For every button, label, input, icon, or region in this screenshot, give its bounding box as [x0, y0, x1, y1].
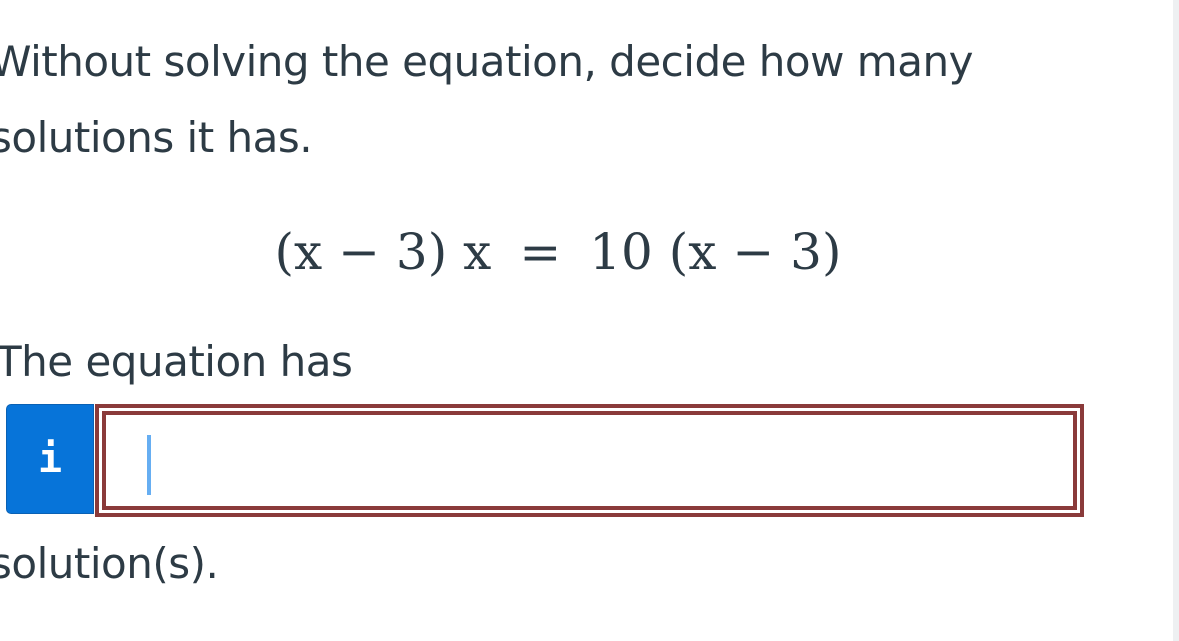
equation-lhs: (x − 3) x [274, 223, 492, 281]
scrollbar-track[interactable] [1173, 0, 1179, 641]
info-icon: i [37, 436, 63, 482]
answer-trail-text: solution(s). [0, 539, 219, 588]
equation-operator: = [519, 223, 562, 281]
info-button[interactable]: i [6, 404, 94, 514]
question-prompt: Without solving the equation, decide how… [0, 37, 973, 162]
question-page: Without solving the equation, decide how… [0, 0, 1179, 641]
text-caret [147, 435, 151, 495]
equation-rhs: 10 (x − 3) [589, 223, 842, 281]
solution-count-input[interactable] [95, 404, 1084, 517]
answer-lead-text: The equation has [0, 337, 353, 386]
equation: (x − 3) x = 10 (x − 3) [0, 212, 1116, 292]
answer-field-inner [102, 411, 1077, 510]
